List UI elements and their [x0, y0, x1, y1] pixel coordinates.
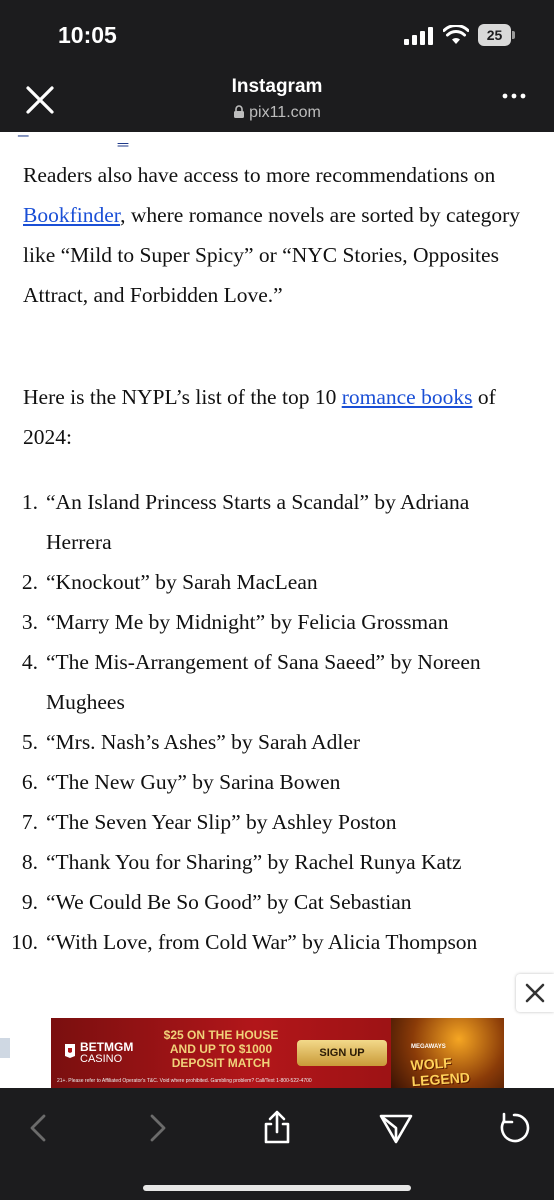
paragraph-list-intro: Here is the NYPL’s list of the top 10 ro…: [23, 377, 533, 457]
ad-signup-button[interactable]: SIGN UP: [297, 1040, 387, 1066]
ad-container: BETMGM CASINO $25 ON THE HOUSE AND UP TO…: [0, 974, 554, 1088]
paragraph-text: Here is the NYPL’s list of the top 10: [23, 385, 342, 409]
list-item: 10. “With Love, from Cold War” by Alicia …: [0, 922, 554, 962]
browser-header: Instagram pix11.com: [0, 70, 554, 132]
romance-books-link[interactable]: romance books: [342, 385, 473, 409]
forward-icon[interactable]: [138, 1108, 178, 1148]
ad-banner[interactable]: BETMGM CASINO $25 ON THE HOUSE AND UP TO…: [51, 1018, 504, 1088]
book-entry: “We Could Be So Good” by Cat Sebastian: [46, 890, 412, 914]
send-icon[interactable]: [376, 1108, 416, 1148]
betmgm-logo: BETMGM CASINO: [63, 1038, 141, 1068]
ad-offer: $25 ON THE HOUSE AND UP TO $1000 DEPOSIT…: [151, 1028, 291, 1070]
book-entry: “Knockout” by Sarah MacLean: [46, 570, 318, 594]
bottom-toolbar: [0, 1088, 554, 1200]
offer-line: $25 ON THE HOUSE: [163, 1028, 279, 1042]
list-number: 8.: [21, 850, 38, 874]
status-bar: 10:05 25: [0, 0, 554, 70]
book-entry: “The New Guy” by Sarina Bowen: [46, 770, 341, 794]
ad-casino: CASINO: [80, 1053, 123, 1065]
list-number: 7.: [21, 810, 38, 834]
battery-level: 25: [478, 24, 511, 46]
paragraph-text: Readers also have access to more recomme…: [23, 163, 496, 187]
book-entry: “The Mis-Arrangement of Sana Saeed” by N…: [46, 650, 481, 714]
list-item: 3. “Marry Me by Midnight” by Felicia Gros…: [0, 602, 554, 642]
reload-icon[interactable]: [494, 1108, 534, 1148]
book-list: 1. “An Island Princess Starts a Scandal” …: [0, 482, 554, 962]
list-item: 9. “We Could Be So Good” by Cat Sebastian: [0, 882, 554, 922]
article-content[interactable]: – ‗ Readers also have access to more rec…: [0, 132, 554, 988]
list-item: 7. “The Seven Year Slip” by Ashley Poston: [0, 802, 554, 842]
lion-logo-icon: [65, 1044, 75, 1058]
book-entry: “Marry Me by Midnight” by Felicia Grossm…: [46, 610, 449, 634]
ad-brand: BETMGM: [80, 1040, 134, 1054]
cellular-signal-icon: [404, 27, 433, 45]
ad-close-icon: [525, 983, 545, 1003]
book-entry: “An Island Princess Starts a Scandal” by…: [46, 490, 470, 554]
status-time: 10:05: [58, 22, 117, 48]
offer-line: AND UP TO $1000: [169, 1042, 273, 1056]
ad-disclaimer: 21+. Please refer to Affiliated Operator…: [57, 1078, 312, 1084]
url-text: pix11.com: [249, 104, 321, 121]
book-entry: “With Love, from Cold War” by Alicia Tho…: [46, 930, 478, 954]
list-item: 5. “Mrs. Nash’s Ashes” by Sarah Adler: [0, 722, 554, 762]
list-number: 10.: [11, 930, 38, 954]
list-number: 2.: [21, 570, 38, 594]
ad-game-subtitle: MEGAWAYS: [411, 1044, 446, 1050]
list-number: 3.: [21, 610, 38, 634]
cropped-text-fragment: – ‗: [18, 132, 129, 146]
list-number: 6.: [21, 770, 38, 794]
list-number: 4.: [21, 650, 38, 674]
list-item: 1. “An Island Princess Starts a Scandal” …: [0, 482, 554, 562]
list-number: 1.: [21, 490, 38, 514]
ad-game-art: MEGAWAYS WOLF LEGEND: [391, 1018, 504, 1088]
ad-game-title: WOLF LEGEND: [409, 1054, 471, 1088]
list-item: 2. “Knockout” by Sarah MacLean: [0, 562, 554, 602]
share-icon[interactable]: [257, 1108, 297, 1148]
lock-icon: [234, 105, 245, 118]
book-entry: “Mrs. Nash’s Ashes” by Sarah Adler: [46, 730, 361, 754]
more-icon[interactable]: [498, 82, 530, 110]
ad-close-button[interactable]: [516, 974, 554, 1012]
home-indicator[interactable]: [143, 1185, 411, 1191]
browser-title: Instagram: [231, 76, 323, 97]
list-item: 6. “The New Guy” by Sarina Bowen: [0, 762, 554, 802]
paragraph-bookfinder: Readers also have access to more recomme…: [23, 155, 533, 315]
ad-info-icon[interactable]: [0, 1038, 10, 1058]
list-item: 8. “Thank You for Sharing” by Rachel Runy…: [0, 842, 554, 882]
list-number: 9.: [21, 890, 38, 914]
list-number: 5.: [21, 730, 38, 754]
battery-icon: 25: [478, 24, 516, 46]
offer-line: DEPOSIT MATCH: [171, 1056, 271, 1070]
book-entry: “Thank You for Sharing” by Rachel Runya …: [46, 850, 462, 874]
browser-url: pix11.com: [0, 104, 554, 122]
back-icon[interactable]: [18, 1108, 58, 1148]
bookfinder-link[interactable]: Bookfinder: [23, 203, 120, 227]
book-entry: “The Seven Year Slip” by Ashley Poston: [46, 810, 397, 834]
list-item: 4. “The Mis-Arrangement of Sana Saeed” by…: [0, 642, 554, 722]
wifi-icon: [443, 25, 469, 44]
battery-tip: [512, 31, 515, 39]
